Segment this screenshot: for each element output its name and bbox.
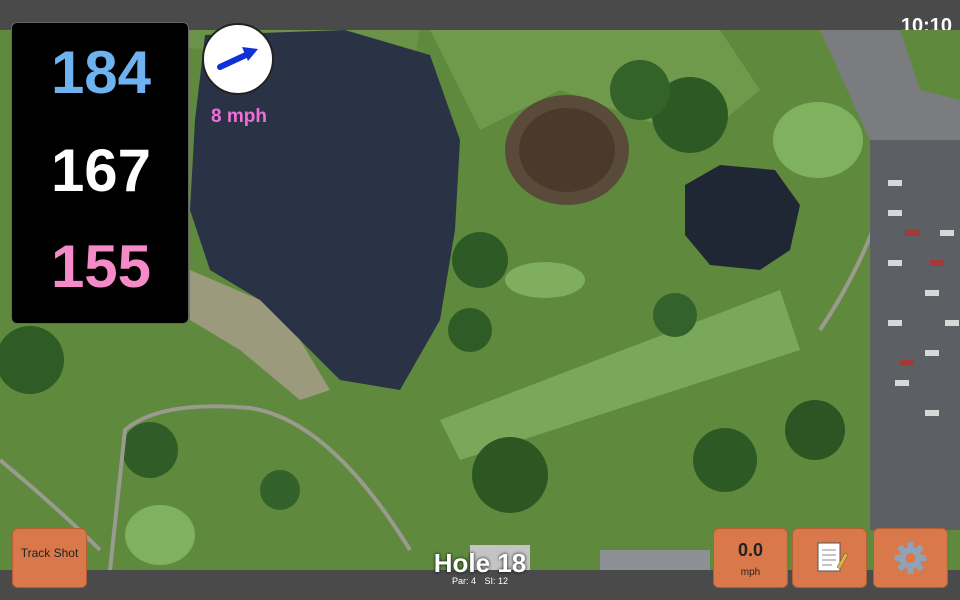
gear-icon	[894, 542, 927, 574]
notes-button[interactable]	[792, 528, 867, 588]
track-shot-button[interactable]: Track Shot	[12, 528, 87, 588]
track-shot-label: Track Shot	[20, 546, 79, 560]
distance-middle: 167	[50, 137, 152, 204]
hole-si: SI: 12	[484, 576, 509, 586]
speed-button[interactable]: 0.0 mph	[713, 528, 788, 588]
distance-back: 184	[50, 39, 152, 106]
hole-info: Par: 4 SI: 12	[380, 576, 580, 586]
distance-panel: 184 167 155	[11, 22, 189, 324]
green	[125, 505, 195, 565]
hole-title: Hole 18	[433, 548, 527, 578]
speed-unit: mph	[740, 567, 761, 578]
notepad-icon	[817, 542, 849, 572]
green	[773, 102, 863, 178]
tree-cluster	[693, 428, 757, 492]
green	[505, 262, 585, 298]
tree-cluster	[653, 293, 697, 337]
wind-indicator	[202, 23, 274, 95]
tree-cluster	[452, 232, 508, 288]
speed-value: 0.0	[737, 540, 764, 560]
tree-cluster	[448, 308, 492, 352]
tree-cluster	[610, 60, 670, 120]
tree-cluster	[122, 422, 178, 478]
hole-par: Par: 4	[451, 576, 476, 586]
settings-button[interactable]	[873, 528, 948, 588]
wind-speed: 8 mph	[211, 106, 267, 127]
arrow-right-up-icon	[217, 47, 258, 70]
building	[600, 550, 710, 570]
parking-lot	[870, 140, 960, 530]
distance-front: 155	[50, 233, 152, 300]
tree-cluster	[472, 437, 548, 513]
tree-cluster	[785, 400, 845, 460]
tree-cluster	[260, 470, 300, 510]
